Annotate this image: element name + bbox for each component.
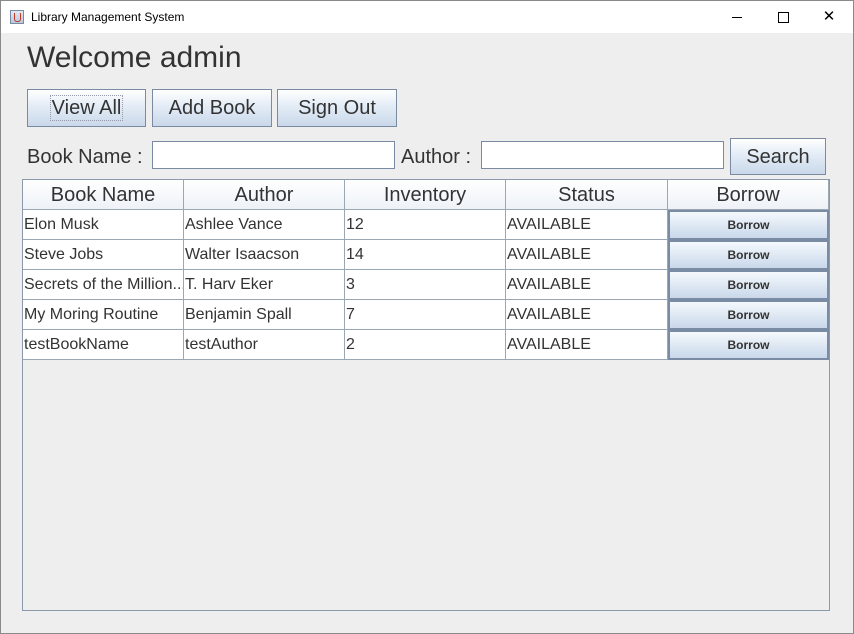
cell-author[interactable]: T. Harv Eker: [184, 270, 345, 300]
cell-book-name[interactable]: Secrets of the Million...: [23, 270, 184, 300]
cell-book-name[interactable]: My Moring Routine: [23, 300, 184, 330]
table-row[interactable]: Steve Jobs Walter Isaacson 14 AVAILABLE …: [23, 240, 829, 270]
maximize-icon: [777, 11, 789, 23]
table-row[interactable]: Elon Musk Ashlee Vance 12 AVAILABLE Borr…: [23, 210, 829, 240]
cell-inventory[interactable]: 14: [345, 240, 506, 270]
welcome-heading: Welcome admin: [27, 41, 242, 74]
cell-book-name[interactable]: Steve Jobs: [23, 240, 184, 270]
sign-out-button[interactable]: Sign Out: [277, 89, 397, 127]
cell-inventory[interactable]: 2: [345, 330, 506, 360]
window-title: Library Management System: [31, 10, 185, 24]
borrow-button[interactable]: Borrow: [668, 240, 829, 270]
title-bar: Library Management System ✕: [1, 1, 853, 33]
cell-status[interactable]: AVAILABLE: [506, 210, 668, 240]
java-app-icon: [10, 10, 24, 24]
app-window: Library Management System ✕ Welcome admi…: [0, 0, 854, 634]
cell-status[interactable]: AVAILABLE: [506, 330, 668, 360]
cell-status[interactable]: AVAILABLE: [506, 270, 668, 300]
cell-book-name[interactable]: Elon Musk: [23, 210, 184, 240]
table-header: Book Name Author Inventory Status Borrow: [23, 180, 829, 210]
cell-author[interactable]: Ashlee Vance: [184, 210, 345, 240]
column-header-status[interactable]: Status: [506, 180, 668, 210]
close-icon: ✕: [822, 8, 836, 25]
close-button[interactable]: ✕: [806, 1, 852, 33]
view-all-label: View All: [49, 95, 124, 121]
cell-inventory[interactable]: 7: [345, 300, 506, 330]
borrow-button[interactable]: Borrow: [668, 330, 829, 360]
cell-author[interactable]: testAuthor: [184, 330, 345, 360]
author-input[interactable]: [481, 141, 724, 169]
author-label: Author :: [401, 146, 472, 168]
minimize-icon: [732, 16, 742, 18]
column-header-inventory[interactable]: Inventory: [345, 180, 506, 210]
table-row[interactable]: testBookName testAuthor 2 AVAILABLE Borr…: [23, 330, 829, 360]
search-button[interactable]: Search: [730, 138, 826, 175]
view-all-button[interactable]: View All: [27, 89, 146, 127]
table-row[interactable]: My Moring Routine Benjamin Spall 7 AVAIL…: [23, 300, 829, 330]
maximize-button[interactable]: [760, 1, 806, 33]
book-name-label: Book Name :: [27, 146, 143, 168]
books-table: Book Name Author Inventory Status Borrow…: [22, 179, 830, 611]
column-header-book-name[interactable]: Book Name: [23, 180, 184, 210]
minimize-button[interactable]: [714, 1, 760, 33]
cell-author[interactable]: Benjamin Spall: [184, 300, 345, 330]
column-header-borrow[interactable]: Borrow: [668, 180, 829, 210]
cell-status[interactable]: AVAILABLE: [506, 240, 668, 270]
borrow-button[interactable]: Borrow: [668, 300, 829, 330]
cell-status[interactable]: AVAILABLE: [506, 300, 668, 330]
cell-book-name[interactable]: testBookName: [23, 330, 184, 360]
add-book-button[interactable]: Add Book: [152, 89, 272, 127]
cell-author[interactable]: Walter Isaacson: [184, 240, 345, 270]
book-name-input[interactable]: [152, 141, 395, 169]
cell-inventory[interactable]: 12: [345, 210, 506, 240]
table-row[interactable]: Secrets of the Million... T. Harv Eker 3…: [23, 270, 829, 300]
borrow-button[interactable]: Borrow: [668, 270, 829, 300]
column-header-author[interactable]: Author: [184, 180, 345, 210]
borrow-button[interactable]: Borrow: [668, 210, 829, 240]
cell-inventory[interactable]: 3: [345, 270, 506, 300]
